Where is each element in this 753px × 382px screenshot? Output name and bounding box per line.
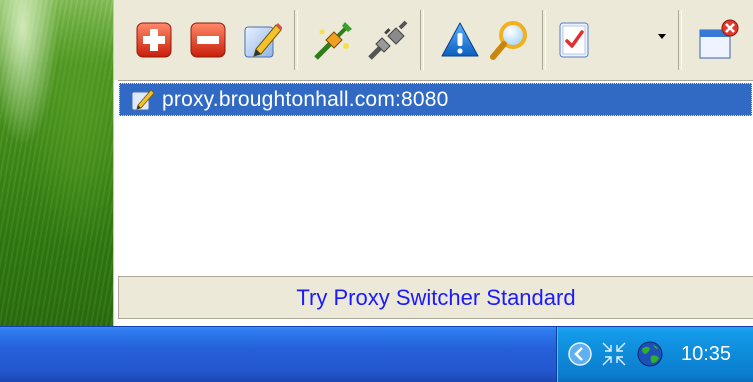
- plug-connected-icon: [314, 22, 352, 60]
- magnifier-icon: [490, 21, 527, 60]
- document-check-icon: [559, 22, 589, 58]
- proxy-switcher-window: proxy.broughtonhall.com:8080 Try Proxy S…: [113, 0, 753, 326]
- add-proxy-button[interactable]: [130, 14, 178, 66]
- warning-triangle-icon: [441, 22, 479, 57]
- minus-icon: [190, 22, 226, 58]
- toolbar-separator: [542, 10, 546, 70]
- desktop-wallpaper: [0, 0, 113, 326]
- proxy-address: proxy.broughtonhall.com:8080: [162, 87, 449, 111]
- edit-pencil-icon: [244, 23, 282, 58]
- window-close-icon: [699, 19, 739, 59]
- check-dropdown-button[interactable]: [552, 14, 612, 66]
- plug-disconnected-icon: [368, 20, 408, 60]
- plus-icon: [136, 22, 172, 58]
- chevron-down-icon[interactable]: [658, 34, 666, 39]
- edit-pencil-icon: [130, 87, 156, 113]
- toolbar-separator: [678, 10, 682, 70]
- system-tray: 10:35: [556, 327, 753, 382]
- connect-button[interactable]: [310, 14, 358, 66]
- taskbar: 10:35: [0, 326, 753, 382]
- clock[interactable]: 10:35: [681, 327, 731, 382]
- network-grid-icon[interactable]: [599, 339, 629, 369]
- toolbar: [114, 0, 753, 80]
- globe-icon[interactable]: [635, 339, 665, 369]
- expand-tray-icon[interactable]: [565, 339, 595, 369]
- edit-proxy-button[interactable]: [238, 14, 286, 66]
- promo-bar: Try Proxy Switcher Standard: [118, 276, 753, 319]
- delete-proxy-button[interactable]: [184, 14, 232, 66]
- search-button[interactable]: [486, 14, 534, 66]
- close-button[interactable]: [694, 14, 742, 66]
- try-standard-link[interactable]: Try Proxy Switcher Standard: [296, 285, 575, 311]
- disconnect-button[interactable]: [364, 14, 412, 66]
- list-item[interactable]: proxy.broughtonhall.com:8080: [119, 83, 752, 116]
- toolbar-separator: [420, 10, 424, 70]
- proxy-list[interactable]: proxy.broughtonhall.com:8080: [118, 80, 753, 276]
- warning-button[interactable]: [436, 14, 484, 66]
- toolbar-separator: [294, 10, 298, 70]
